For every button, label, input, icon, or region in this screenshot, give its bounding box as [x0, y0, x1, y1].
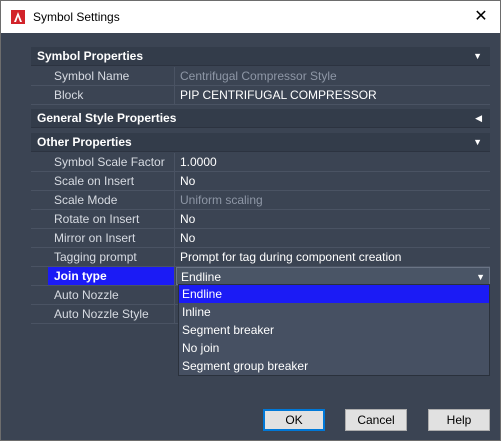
row-gutter: [31, 229, 48, 247]
cancel-button[interactable]: Cancel: [345, 409, 407, 431]
close-button[interactable]: ✕: [466, 5, 496, 29]
property-value[interactable]: No: [176, 172, 490, 190]
property-value[interactable]: No: [176, 210, 490, 228]
section-general-style-properties[interactable]: General Style Properties ◀: [31, 109, 490, 128]
row-gutter: [31, 191, 48, 209]
property-row-block[interactable]: Block PIP CENTRIFUGAL COMPRESSOR: [31, 86, 490, 105]
symbol-settings-dialog: Symbol Settings ✕ Symbol Properties ▼ Sy…: [0, 0, 501, 441]
row-gutter: [31, 67, 48, 85]
property-name: Tagging prompt: [48, 248, 175, 266]
property-name: Auto Nozzle Style: [48, 305, 175, 323]
property-row-symbol-scale-factor[interactable]: Symbol Scale Factor 1.0000: [31, 153, 490, 172]
row-gutter: [31, 153, 48, 171]
collapse-triangle-icon[interactable]: ▼: [473, 47, 482, 66]
autocad-a-icon: [11, 10, 25, 24]
ok-button[interactable]: OK: [263, 409, 325, 431]
property-row-scale-on-insert[interactable]: Scale on Insert No: [31, 172, 490, 191]
property-row-scale-mode: Scale Mode Uniform scaling: [31, 191, 490, 210]
property-row-symbol-name: Symbol Name Centrifugal Compressor Style: [31, 67, 490, 86]
join-type-select[interactable]: Endline ▼: [176, 267, 490, 285]
row-gutter: [31, 286, 48, 304]
property-name: Mirror on Insert: [48, 229, 175, 247]
property-name: Rotate on Insert: [48, 210, 175, 228]
dropdown-option-endline[interactable]: Endline: [179, 285, 489, 303]
property-value[interactable]: Prompt for tag during component creation: [176, 248, 490, 266]
property-value[interactable]: PIP CENTRIFUGAL COMPRESSOR: [176, 86, 490, 104]
row-gutter: [31, 86, 48, 104]
dropdown-option-segment-breaker[interactable]: Segment breaker: [179, 321, 489, 339]
join-type-value: Endline: [181, 270, 222, 284]
dropdown-option-segment-group-breaker[interactable]: Segment group breaker: [179, 357, 489, 375]
window-title: Symbol Settings: [33, 10, 120, 24]
collapse-triangle-icon[interactable]: ▼: [473, 133, 482, 152]
property-value: Uniform scaling: [180, 193, 263, 207]
row-gutter: [31, 305, 48, 323]
property-value[interactable]: No: [176, 229, 490, 247]
section-label: Other Properties: [37, 135, 132, 149]
property-name: Join type: [48, 267, 175, 285]
dropdown-option-inline[interactable]: Inline: [179, 303, 489, 321]
property-value: Centrifugal Compressor Style: [180, 69, 337, 83]
property-row-mirror-on-insert[interactable]: Mirror on Insert No: [31, 229, 490, 248]
section-label: General Style Properties: [37, 111, 177, 125]
property-value[interactable]: 1.0000: [176, 153, 490, 171]
expand-triangle-icon[interactable]: ◀: [475, 109, 482, 128]
property-name: Symbol Scale Factor: [48, 153, 175, 171]
property-name: Symbol Name: [48, 67, 175, 85]
property-name: Scale on Insert: [48, 172, 175, 190]
property-name: Block: [48, 86, 175, 104]
help-button[interactable]: Help: [428, 409, 490, 431]
row-gutter: [31, 172, 48, 190]
property-name: Scale Mode: [48, 191, 175, 209]
row-gutter: [31, 210, 48, 228]
chevron-down-icon[interactable]: ▼: [476, 268, 485, 284]
title-bar: Symbol Settings ✕: [1, 1, 500, 33]
section-other-properties[interactable]: Other Properties ▼: [31, 133, 490, 152]
section-label: Symbol Properties: [37, 49, 144, 63]
row-gutter: [31, 267, 48, 285]
dialog-body: Symbol Properties ▼ Symbol Name Centrifu…: [1, 33, 500, 440]
property-name: Auto Nozzle: [48, 286, 175, 304]
section-symbol-properties[interactable]: Symbol Properties ▼: [31, 47, 490, 66]
join-type-dropdown-list: Endline Inline Segment breaker No join S…: [178, 284, 490, 376]
row-gutter: [31, 248, 48, 266]
dropdown-option-no-join[interactable]: No join: [179, 339, 489, 357]
property-row-rotate-on-insert[interactable]: Rotate on Insert No: [31, 210, 490, 229]
close-icon: ✕: [474, 8, 488, 25]
property-row-tagging-prompt[interactable]: Tagging prompt Prompt for tag during com…: [31, 248, 490, 267]
